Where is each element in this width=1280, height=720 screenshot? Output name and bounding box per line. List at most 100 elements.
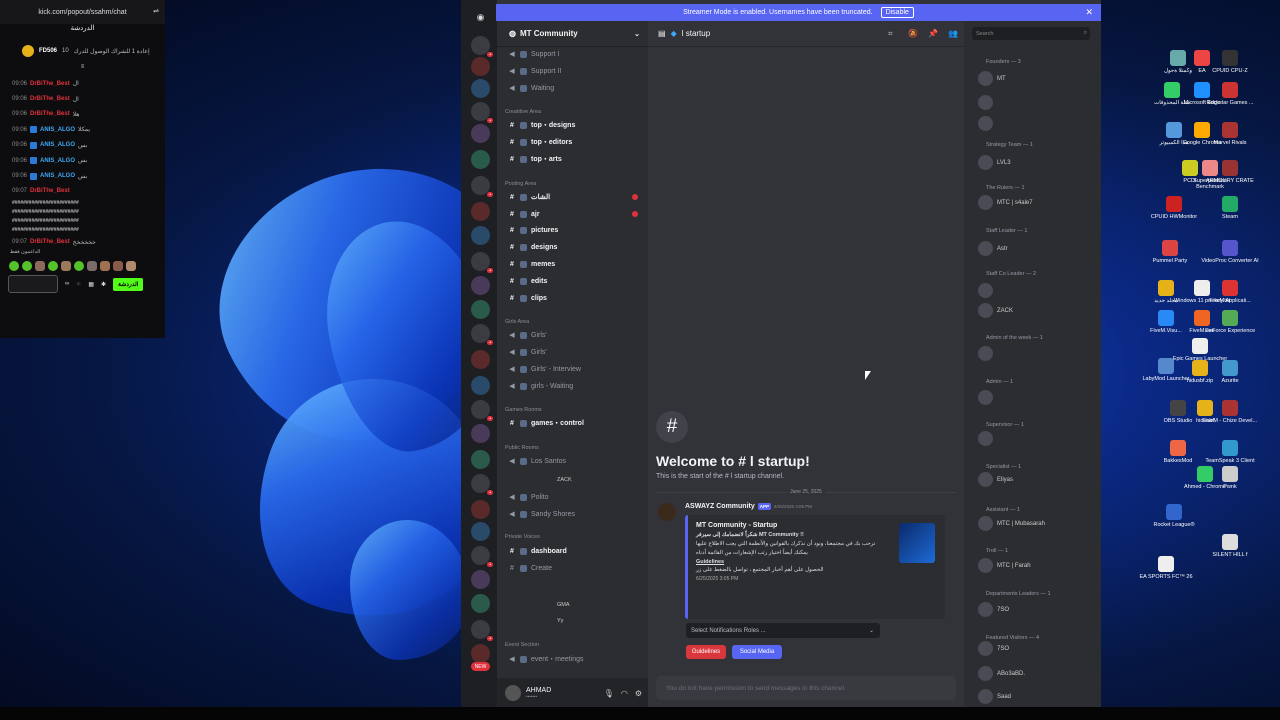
emote-icon[interactable]: [126, 261, 136, 272]
server-icon[interactable]: [471, 150, 490, 169]
member-item[interactable]: [978, 431, 993, 446]
emote-icon[interactable]: [87, 261, 97, 272]
channel-item[interactable]: # pictures: [497, 222, 648, 238]
member-item[interactable]: [978, 95, 993, 110]
server-icon[interactable]: [471, 450, 490, 469]
server-icon[interactable]: •: [471, 474, 493, 495]
avatar[interactable]: [978, 95, 993, 110]
guidelines-button[interactable]: Guidelines: [686, 645, 726, 659]
channel-item[interactable]: ◀ Girls' - Interview: [497, 361, 648, 377]
close-icon[interactable]: ✕: [1085, 7, 1093, 18]
server-icon[interactable]: [471, 79, 490, 98]
desktop-shortcut[interactable]: FiveM Applicati...: [1200, 280, 1260, 304]
desktop-shortcut[interactable]: CPUID HWMonitor: [1144, 196, 1204, 220]
message-user[interactable]: ANIS_ALGO: [40, 142, 75, 148]
avatar[interactable]: [978, 641, 993, 656]
channel-item[interactable]: # clips: [497, 290, 648, 306]
desktop-shortcut[interactable]: GeForce Experience: [1200, 310, 1260, 334]
desktop-shortcut[interactable]: Pwnk: [1200, 466, 1260, 490]
server-icon[interactable]: [471, 350, 490, 369]
member-item[interactable]: Saad: [978, 689, 1011, 704]
category-label[interactable]: Public Rooms: [505, 445, 539, 451]
gear-icon[interactable]: ✱: [101, 281, 106, 288]
member-item[interactable]: MT: [978, 71, 1006, 86]
desktop-shortcut[interactable]: BakkesMod: [1148, 440, 1208, 464]
server-icon[interactable]: •: [471, 176, 493, 197]
member-item[interactable]: ABo3aBD.: [978, 666, 1025, 681]
desktop-shortcut[interactable]: FiveM - Chize Devel...: [1200, 400, 1260, 424]
desktop-shortcut[interactable]: TeamSpeak 3 Client: [1200, 440, 1260, 464]
server-icon[interactable]: [471, 424, 490, 443]
server-icon[interactable]: [471, 226, 490, 245]
discord-home-icon[interactable]: ◉: [471, 8, 490, 27]
channel-item[interactable]: ◀ event・meetings: [497, 651, 648, 667]
channel-item[interactable]: # Create: [497, 560, 648, 576]
channel-item[interactable]: ◀ Girls': [497, 327, 648, 343]
server-icon[interactable]: [471, 570, 490, 589]
message-user[interactable]: DrBiThe_Best: [30, 81, 70, 87]
server-icon[interactable]: [471, 276, 490, 295]
users-icon[interactable]: ⁘: [76, 281, 81, 288]
server-icon[interactable]: [471, 57, 490, 76]
voice-user[interactable]: ZACK: [557, 477, 572, 483]
desktop-shortcut[interactable]: Marvel Rivals: [1200, 122, 1260, 146]
calendar-icon[interactable]: ▦: [88, 281, 94, 288]
message-user[interactable]: ANIS_ALGO: [40, 158, 75, 164]
server-icon[interactable]: [471, 522, 490, 541]
emote-icon[interactable]: [100, 261, 110, 272]
avatar[interactable]: [978, 155, 993, 170]
emote-icon[interactable]: [48, 261, 58, 272]
avatar[interactable]: [978, 666, 993, 681]
server-icon[interactable]: [471, 124, 490, 143]
emote-icon[interactable]: [113, 261, 123, 272]
channel-item[interactable]: # top・designs: [497, 117, 648, 133]
threads-icon[interactable]: ⌗: [888, 29, 893, 39]
avatar[interactable]: [978, 431, 993, 446]
avatar[interactable]: [978, 346, 993, 361]
member-item[interactable]: [978, 390, 993, 405]
server-icon[interactable]: [471, 376, 490, 395]
emote-icon[interactable]: [35, 261, 45, 272]
message-user[interactable]: DrBiThe_Best: [30, 96, 70, 102]
desktop-shortcut[interactable]: CPUID CPU-Z: [1200, 50, 1260, 74]
pin-icon[interactable]: 📌: [928, 29, 938, 38]
server-icon[interactable]: [471, 300, 490, 319]
desktop-shortcut[interactable]: Steam: [1200, 196, 1260, 220]
server-icon[interactable]: •: [471, 324, 493, 345]
message-user[interactable]: ANIS_ALGO: [40, 127, 75, 133]
gear-icon[interactable]: ⚙: [635, 689, 642, 698]
desktop-shortcut[interactable]: Pummel Party: [1140, 240, 1200, 264]
channel-item[interactable]: # designs: [497, 239, 648, 255]
desktop-shortcut[interactable]: Azurite: [1200, 360, 1260, 384]
member-item[interactable]: MTC | Mubasarah: [978, 516, 1045, 531]
avatar[interactable]: [978, 303, 993, 318]
channel-item[interactable]: # edits: [497, 273, 648, 289]
avatar[interactable]: [505, 685, 521, 701]
roles-select[interactable]: Select Notifications Roles ... ⌄: [686, 623, 880, 638]
channel-item[interactable]: ◀ Girls': [497, 344, 648, 360]
avatar[interactable]: [978, 689, 993, 704]
member-item[interactable]: [978, 346, 993, 361]
avatar[interactable]: [978, 283, 993, 298]
headphones-icon[interactable]: ◠: [621, 689, 628, 698]
channel-item[interactable]: # الشات: [497, 189, 648, 205]
new-server-badge[interactable]: NEW: [471, 662, 490, 671]
social-media-button[interactable]: Social Media: [732, 645, 782, 659]
settings-icon[interactable]: ⇌: [153, 7, 159, 15]
mute-icon[interactable]: 🔕: [908, 29, 918, 38]
avatar[interactable]: [978, 241, 993, 256]
message-input[interactable]: You do not have permission to send messa…: [656, 676, 956, 700]
member-item[interactable]: Eliyas: [978, 472, 1013, 487]
server-icon[interactable]: •: [471, 36, 493, 57]
emote-icon[interactable]: [61, 261, 71, 272]
message-user[interactable]: DrBiThe_Best: [30, 239, 70, 245]
channel-item[interactable]: ◀ Sandy Shores: [497, 506, 648, 522]
category-label[interactable]: Posting Area: [505, 181, 536, 187]
channel-item[interactable]: ◀ Los Santos: [497, 453, 648, 469]
microphone-icon[interactable]: 🎙: [604, 689, 614, 698]
chevron-down-icon[interactable]: ≡: [0, 64, 165, 76]
send-chat-button[interactable]: الدردشة: [113, 277, 144, 291]
channel-item[interactable]: ◀ Support I: [497, 46, 648, 62]
emote-icon[interactable]: [9, 261, 19, 272]
channel-item[interactable]: # memes: [497, 256, 648, 272]
